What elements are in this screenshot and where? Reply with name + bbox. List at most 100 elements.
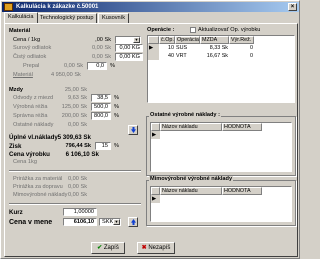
material-value: 4 950,00 Sk xyxy=(51,72,81,78)
odvody-value: 9,63 Sk xyxy=(68,95,87,101)
mena-selected: SKK xyxy=(102,219,114,225)
spravna-rezia-value: 200,00 Sk xyxy=(61,113,87,119)
table-corner xyxy=(151,123,160,131)
dialog-window: Kalkulácia k zákazke č.50001 × Kalkuláci… xyxy=(0,0,300,259)
ostatne-naklady-value: 0,00 Sk xyxy=(68,122,87,128)
zisk-pct-field[interactable]: 15 xyxy=(95,142,111,150)
app-icon xyxy=(4,3,13,11)
surovy-odliatok-value: 0,00 Sk xyxy=(92,45,111,51)
mzdy-heading: Mzdy xyxy=(9,87,23,93)
uplne-naklady-value: 5 309,63 Sk xyxy=(57,134,91,141)
cross-icon: ✖ xyxy=(141,245,147,251)
table-cell-operacia[interactable]: VRT xyxy=(175,52,200,60)
separator xyxy=(9,170,141,172)
mena-select[interactable]: SKK ▼ xyxy=(99,218,121,226)
prirazka-material-label: Prirážka za materiál xyxy=(13,176,63,182)
tab-label: Kusovník xyxy=(102,15,126,21)
table-corner xyxy=(148,36,159,44)
cancel-button[interactable]: ✖ Nezapíš xyxy=(137,242,175,254)
title-bar: Kalkulácia k zákazke č.50001 × xyxy=(2,2,299,12)
col-header-hodnota[interactable]: HODNOTA xyxy=(222,123,262,131)
table-cell-operacia[interactable]: SUS xyxy=(175,44,200,52)
aktualizovat-checkbox[interactable] xyxy=(190,27,196,33)
prirazka-material-value: 0,00 Sk xyxy=(68,176,87,182)
col-header-hodnota[interactable]: HODNOTA xyxy=(222,187,262,195)
save-button-label: Zapíš xyxy=(103,245,119,251)
table-cell-mzda[interactable]: 8,33 Sk xyxy=(200,44,229,52)
mimovyrobne-value: 0,00 Sk xyxy=(68,192,87,198)
prirazka-doprava-value: 0,00 Sk xyxy=(68,184,87,190)
material-select[interactable]: ▼ xyxy=(115,36,141,44)
mimovyrobne-naklady-heading: Mimovýrobné výrobné náklady xyxy=(149,176,234,182)
tab-kusovnik[interactable]: Kusovník xyxy=(98,13,130,23)
spravna-rezia-pct-field[interactable]: 800,0 xyxy=(91,112,111,120)
save-button[interactable]: ✔ Zapíš xyxy=(91,242,125,254)
cena-vyrobku-label: Cena výrobku xyxy=(9,151,50,158)
odvody-pct-field[interactable]: 38,5 xyxy=(91,94,111,102)
operacie-heading: Operácie : xyxy=(147,27,175,33)
vyrobna-rezia-label: Výrobná réžia xyxy=(13,104,48,110)
col-header-nazov[interactable]: Názov nákladu xyxy=(160,123,222,131)
prirazka-doprava-label: Prirážka za dopravu xyxy=(13,184,63,190)
mimovyrobne-naklady-table[interactable]: Názov nákladu HODNOTA ▶ xyxy=(150,186,292,222)
cena-v-mene-field[interactable]: 6106,10 xyxy=(63,218,97,226)
arrow-down-icon xyxy=(131,127,136,133)
table-cell-mzda[interactable]: 16,67 Sk xyxy=(200,52,229,60)
vyrobna-rezia-pct-field[interactable]: 500,0 xyxy=(91,103,111,111)
odvody-label: Odvody z miezd xyxy=(13,95,54,101)
separator xyxy=(9,203,141,205)
row-indicator: ▶ xyxy=(151,131,160,139)
cena-1kg-value: ,00 Sk xyxy=(95,37,111,43)
cisty-odliatok-label: Čistý odliatok xyxy=(13,54,47,60)
ostatne-naklady-table[interactable]: Názov nákladu HODNOTA ▶ xyxy=(150,122,292,172)
tab-label: Technologický postup xyxy=(40,15,94,21)
prepal-pct-unit: % xyxy=(110,63,115,69)
close-button[interactable]: × xyxy=(288,3,297,11)
surovy-odliatok-kg-field[interactable]: 0,00 KG xyxy=(115,44,143,52)
cancel-button-label: Nezapíš xyxy=(148,245,171,251)
aktualizovat-label: Aktualizovať Op. výrobku xyxy=(198,27,261,33)
col-header-cop[interactable]: č.Op. xyxy=(159,36,175,44)
mzdy-value: 25,00 Sk xyxy=(64,87,87,93)
row-indicator: ▶ xyxy=(151,195,160,203)
chevron-down-icon[interactable]: ▼ xyxy=(133,37,140,43)
row-indicator xyxy=(148,52,159,60)
operacie-table[interactable]: č.Op. Operácia MZDA Výr.Rež. ▶ 10 SUS 8,… xyxy=(147,35,295,103)
ostatne-naklady-heading: Ostatné výrobné náklady : xyxy=(149,112,221,118)
cena-1kg-label: Cena / 1kg xyxy=(13,37,41,43)
spravna-rezia-label: Správna réžia xyxy=(13,113,48,119)
kurz-field[interactable]: 1,00000 xyxy=(63,208,97,216)
table-corner xyxy=(151,187,160,195)
col-header-operacia[interactable]: Operácia xyxy=(175,36,200,44)
cena-1kg-result-label: Cena 1kg xyxy=(13,159,37,165)
chevron-down-icon[interactable]: ▼ xyxy=(113,219,120,225)
window-title: Kalkulácia k zákazke č.50001 xyxy=(16,4,99,10)
col-header-mzda[interactable]: MZDA xyxy=(200,36,229,44)
col-header-vyr-rez[interactable]: Výr.Rež. xyxy=(229,36,254,44)
tab-technologicky-postup[interactable]: Technologický postup xyxy=(36,13,98,23)
uplne-naklady-label: Úplné vl.náklady xyxy=(9,134,58,141)
vyrobna-rezia-value: 125,00 Sk xyxy=(61,104,87,110)
cisty-odliatok-kg-field[interactable]: 0,00 KG xyxy=(115,53,143,61)
cisty-odliatok-value: 0,00 Sk xyxy=(92,54,111,60)
table-cell-cop[interactable]: 10 xyxy=(159,44,175,52)
move-up-button[interactable] xyxy=(128,217,138,227)
ostatne-naklady-label: Ostatné náklady xyxy=(13,122,54,128)
pct-unit: % xyxy=(114,104,119,110)
table-cell-vyr-rez[interactable]: 0 xyxy=(229,52,254,60)
prepal-pct-field[interactable]: 0,0 xyxy=(87,62,107,70)
table-cell-vyr-rez[interactable]: 0 xyxy=(229,44,254,52)
cena-vyrobku-value: 6 106,10 Sk xyxy=(65,151,99,158)
zisk-label: Zisk xyxy=(9,143,22,150)
table-cell-cop[interactable]: 40 xyxy=(159,52,175,60)
tab-kalkulacia[interactable]: Kalkulácia xyxy=(4,12,38,23)
prepal-value: 0,00 Sk xyxy=(64,63,83,69)
material-heading: Materiál xyxy=(9,28,31,34)
material-label: Materiál xyxy=(13,72,33,78)
row-indicator: ▶ xyxy=(148,44,159,52)
zisk-pct-unit: % xyxy=(114,143,119,149)
kurz-label: Kurz xyxy=(9,209,23,216)
col-header-nazov[interactable]: Názov nákladu xyxy=(160,187,222,195)
move-down-button[interactable] xyxy=(128,125,138,135)
check-icon: ✔ xyxy=(97,245,103,251)
